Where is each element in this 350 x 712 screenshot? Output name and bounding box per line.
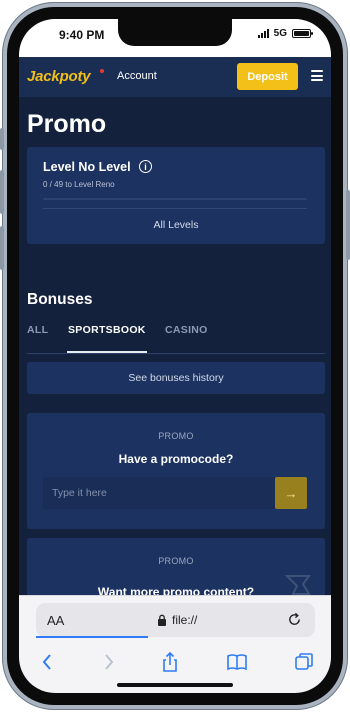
signal-icon (257, 29, 269, 38)
tab-casino[interactable]: CASINO (165, 324, 208, 336)
apply-promocode-button[interactable]: → (275, 477, 307, 509)
arrow-right-icon: → (284, 485, 298, 501)
info-icon[interactable]: i (139, 160, 152, 173)
share-icon[interactable] (159, 651, 181, 673)
bonus-tabs: ALL SPORTSBOOK CASINO (27, 324, 325, 354)
promocode-card: PROMO Have a promocode? → (27, 413, 325, 529)
status-time: 9:40 PM (59, 28, 105, 42)
url-text: file:// (172, 613, 198, 627)
bonuses-history-button[interactable]: See bonuses history (27, 362, 325, 394)
app-header: Jackpoty Account Deposit (19, 57, 331, 97)
lock-icon (158, 614, 166, 626)
volume-down-button (0, 226, 4, 270)
hamburger-menu-icon[interactable] (311, 70, 323, 81)
reload-icon[interactable] (287, 612, 302, 627)
promo-page: Promo Level No Level i 0 / 49 to Level R… (19, 97, 331, 628)
promocode-input[interactable] (43, 477, 275, 509)
page-title: Promo (27, 110, 107, 138)
jackpoty-logo[interactable]: Jackpoty (27, 68, 91, 85)
more-promo-card-label: PROMO (158, 556, 194, 566)
bonuses-title: Bonuses (27, 291, 93, 308)
bookmarks-icon[interactable] (226, 651, 248, 673)
status-bar: 9:40 PM 5G (19, 19, 331, 57)
power-button (346, 190, 350, 260)
level-divider (43, 208, 307, 209)
tab-all[interactable]: ALL (27, 324, 48, 336)
browser-toolbar: AA file:// (19, 595, 331, 693)
action-button (0, 128, 4, 150)
level-name: Level No Level (43, 160, 131, 174)
back-icon[interactable] (37, 651, 59, 673)
volume-up-button (0, 170, 4, 214)
promocode-card-label: PROMO (158, 431, 194, 441)
forward-icon[interactable] (97, 651, 119, 673)
tabs-icon[interactable] (293, 651, 315, 673)
reader-aa-button[interactable]: AA (47, 613, 64, 628)
all-levels-link[interactable]: All Levels (27, 219, 325, 231)
status-indicators: 5G (257, 28, 313, 39)
account-link[interactable]: Account (117, 70, 157, 82)
dynamic-island (118, 19, 232, 46)
tab-sportsbook[interactable]: SPORTSBOOK (68, 324, 146, 336)
home-indicator[interactable] (117, 683, 233, 687)
network-type: 5G (273, 28, 287, 39)
promocode-card-title: Have a promocode? (118, 452, 234, 466)
battery-icon (292, 29, 313, 38)
phone-screen: 9:40 PM 5G Jackpoty Account Deposit Prom… (19, 19, 331, 693)
level-progress-text: 0 / 49 to Level Reno (43, 180, 115, 189)
address-bar[interactable]: AA file:// (36, 603, 315, 638)
deposit-button[interactable]: Deposit (237, 63, 298, 90)
address-bar-underline (36, 636, 148, 638)
active-tab-indicator (67, 351, 147, 353)
level-progress-bar (43, 198, 307, 200)
logo-dot (100, 69, 104, 73)
level-card: Level No Level i 0 / 49 to Level Reno Al… (27, 147, 325, 244)
